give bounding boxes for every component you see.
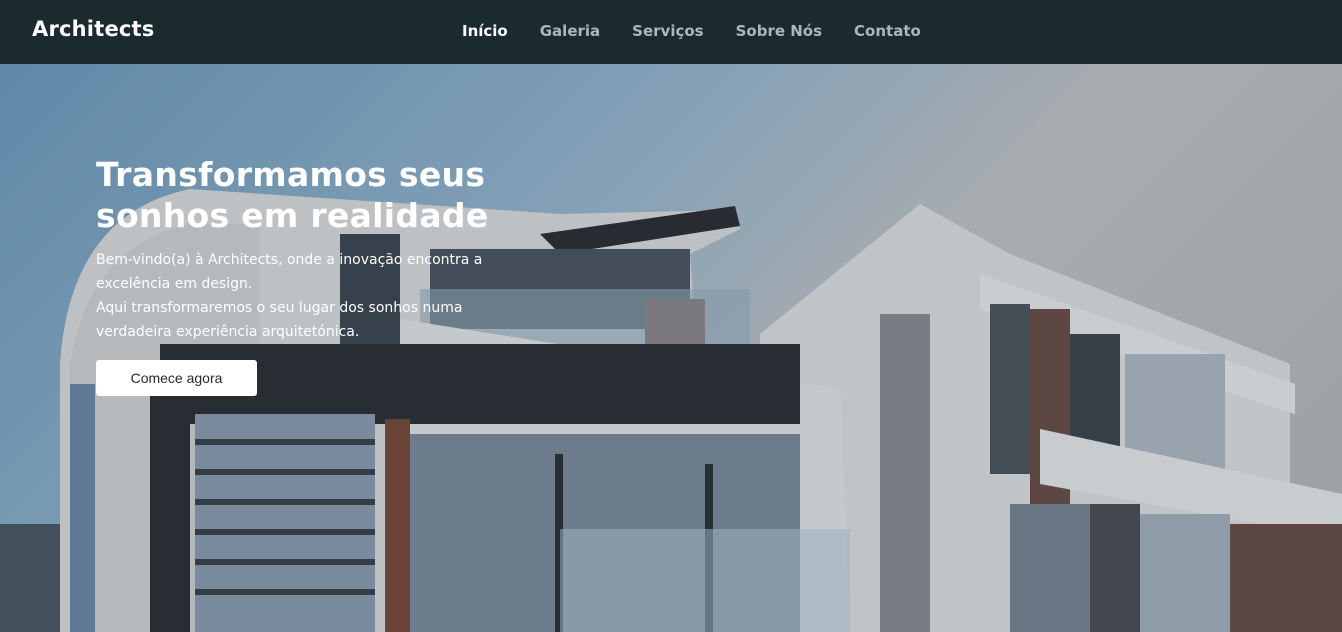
hero-section: Transformamos seus sonhos em realidade B…: [0, 64, 1342, 632]
hero-text-line: verdadeira experiência arquitetónica.: [96, 324, 360, 340]
top-navbar: Architects Início Galeria Serviços Sobre…: [0, 0, 1342, 64]
hero-overlay: [0, 64, 1342, 632]
hero-text-line: excelência em design.: [96, 276, 253, 292]
main-nav: Início Galeria Serviços Sobre Nós Contat…: [462, 22, 953, 40]
hero-text-line: Aqui transformaremos o seu lugar dos son…: [96, 300, 463, 316]
hero-content: Transformamos seus sonhos em realidade B…: [96, 154, 516, 344]
hero-title: Transformamos seus sonhos em realidade: [96, 154, 516, 236]
get-started-button[interactable]: Comece agora: [96, 360, 257, 396]
hero-title-line: Transformamos seus: [96, 155, 486, 194]
brand-logo[interactable]: Architects: [32, 17, 154, 41]
nav-item-servicos[interactable]: Serviços: [632, 22, 703, 40]
hero-description: Bem-vindo(a) à Architects, onde a inovaç…: [96, 248, 516, 344]
nav-item-inicio[interactable]: Início: [462, 22, 508, 40]
nav-item-galeria[interactable]: Galeria: [540, 22, 600, 40]
nav-item-contato[interactable]: Contato: [854, 22, 921, 40]
hero-title-line: sonhos em realidade: [96, 196, 489, 235]
nav-item-sobre-nos[interactable]: Sobre Nós: [736, 22, 822, 40]
hero-text-line: Bem-vindo(a) à Architects, onde a inovaç…: [96, 252, 483, 268]
